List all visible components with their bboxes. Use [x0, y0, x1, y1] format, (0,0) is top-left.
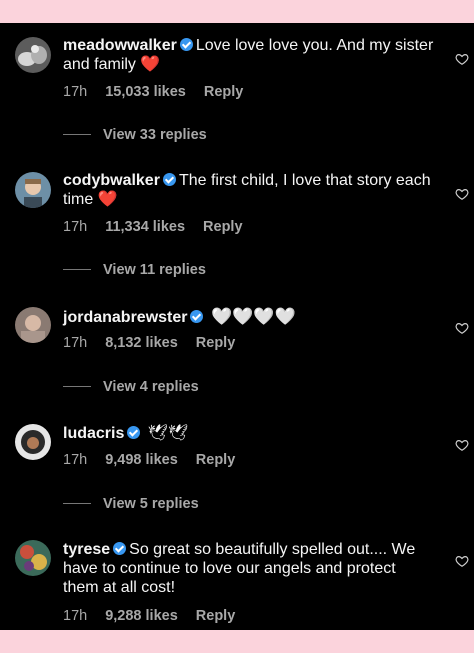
comment-meta: 17h 9,288 likes Reply: [63, 608, 253, 624]
emoji: ❤️: [97, 191, 118, 208]
comment-username[interactable]: meadowwalker: [63, 37, 177, 54]
like-count[interactable]: 11,334 likes: [105, 219, 185, 235]
reply-button[interactable]: Reply: [204, 84, 244, 100]
view-replies-button[interactable]: View 4 replies: [63, 379, 199, 395]
comment-time: 17h: [63, 335, 88, 351]
avatar[interactable]: [15, 424, 51, 460]
comment-time: 17h: [63, 452, 88, 468]
view-replies-label: View 33 replies: [103, 127, 207, 143]
reply-button[interactable]: Reply: [196, 452, 236, 468]
like-count[interactable]: 15,033 likes: [105, 84, 186, 100]
comment-text: tyrese So great so beautifully spelled ou…: [63, 540, 435, 597]
comment-text: meadowwalker Love love love you. And my s…: [63, 36, 435, 74]
comment-username[interactable]: jordanabrewster: [63, 309, 187, 326]
comment-meta: 17h 11,334 likes Reply: [63, 219, 261, 235]
view-replies-button[interactable]: View 5 replies: [63, 496, 199, 512]
reply-button[interactable]: Reply: [203, 219, 243, 235]
emoji: 🕊🕊: [147, 425, 189, 442]
avatar[interactable]: [15, 540, 51, 576]
heart-outline-icon[interactable]: [455, 438, 469, 452]
reply-button[interactable]: Reply: [196, 608, 236, 624]
verified-badge-icon: [127, 426, 141, 439]
verified-badge-icon: [179, 38, 193, 51]
heart-outline-icon[interactable]: [455, 554, 469, 568]
like-count[interactable]: 9,288 likes: [105, 608, 178, 624]
view-replies-button[interactable]: View 33 replies: [63, 127, 207, 143]
comment-meta: 17h 9,498 likes Reply: [63, 452, 253, 468]
heart-outline-icon[interactable]: [455, 52, 469, 66]
heart-outline-icon[interactable]: [455, 321, 469, 335]
comment-time: 17h: [63, 84, 88, 100]
comment-text: ludacris 🕊🕊: [63, 424, 435, 443]
emoji: 🤍🤍🤍🤍: [210, 307, 296, 326]
divider: [63, 503, 91, 504]
verified-badge-icon: [190, 310, 204, 323]
view-replies-label: View 4 replies: [103, 379, 199, 395]
avatar[interactable]: [15, 172, 51, 208]
view-replies-label: View 11 replies: [103, 262, 206, 278]
comment-username[interactable]: ludacris: [63, 425, 124, 442]
emoji: ❤️: [140, 56, 161, 73]
comment-text: codybwalker The first child, I love that …: [63, 171, 435, 209]
view-replies-label: View 5 replies: [103, 496, 199, 512]
verified-badge-icon: [113, 542, 127, 555]
like-count[interactable]: 9,498 likes: [105, 452, 178, 468]
view-replies-button[interactable]: View 11 replies: [63, 262, 206, 278]
comment-meta: 17h 8,132 likes Reply: [63, 335, 253, 351]
heart-outline-icon[interactable]: [455, 187, 469, 201]
comment-username[interactable]: codybwalker: [63, 172, 160, 189]
like-count[interactable]: 8,132 likes: [105, 335, 178, 351]
comment-time: 17h: [63, 608, 88, 624]
comment-meta: 17h 15,033 likes Reply: [63, 84, 261, 100]
avatar[interactable]: [15, 307, 51, 343]
reply-button[interactable]: Reply: [196, 335, 236, 351]
comment-username[interactable]: tyrese: [63, 541, 110, 558]
avatar[interactable]: [15, 37, 51, 73]
verified-badge-icon: [162, 173, 176, 186]
comment-time: 17h: [63, 219, 88, 235]
divider: [63, 134, 91, 135]
divider: [63, 386, 91, 387]
divider: [63, 269, 91, 270]
comment-text: jordanabrewster 🤍🤍🤍🤍: [63, 307, 435, 327]
comments-panel: meadowwalker Love love love you. And my s…: [0, 23, 474, 630]
